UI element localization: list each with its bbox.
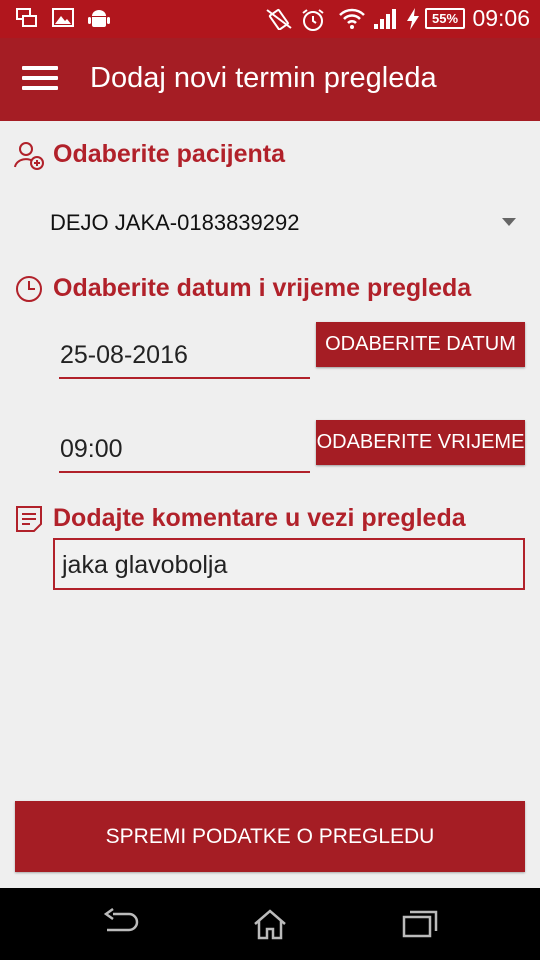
wifi-icon [339, 8, 365, 29]
datetime-section-header: Odaberite datum i vrijeme pregleda [14, 272, 514, 308]
battery-indicator: 55% [425, 8, 465, 29]
charging-icon [407, 8, 419, 30]
gallery-icon [52, 8, 74, 27]
add-user-icon [14, 142, 44, 170]
page-title: Dodaj novi termin pregleda [90, 62, 437, 94]
dropdown-arrow-icon[interactable] [502, 218, 516, 226]
time-value: 09:00 [60, 435, 123, 463]
signal-icon [374, 9, 396, 29]
navigation-bar [0, 888, 540, 960]
datetime-section-title: Odaberite datum i vrijeme pregleda [53, 274, 472, 302]
alarm-icon [302, 9, 324, 31]
comment-section-title: Dodajte komentare u vezi pregleda [53, 504, 466, 532]
time-field[interactable]: 09:00 [59, 427, 310, 473]
status-bar: 55% 09:06 [0, 0, 540, 38]
patient-section-header: Odaberite pacijenta [14, 138, 314, 174]
date-field[interactable]: 25-08-2016 [59, 333, 310, 379]
android-icon [88, 10, 110, 27]
multi-window-icon [16, 8, 37, 27]
note-icon [16, 506, 42, 532]
save-button[interactable]: SPREMI PODATKE O PREGLEDU [15, 801, 525, 872]
app-bar: Dodaj novi termin pregleda [0, 38, 540, 121]
status-time: 09:06 [472, 5, 530, 31]
date-value: 25-08-2016 [60, 341, 188, 369]
patient-section-title: Odaberite pacijenta [53, 140, 286, 168]
home-icon[interactable] [252, 908, 288, 940]
comment-section-header: Dodajte komentare u vezi pregleda [14, 502, 514, 538]
hamburger-icon[interactable] [22, 66, 58, 92]
recents-icon[interactable] [402, 908, 438, 938]
clock-icon [16, 276, 42, 302]
comment-value: jaka glavobolja [62, 551, 228, 579]
select-date-button[interactable]: ODABERITE DATUM [316, 322, 525, 367]
patient-select[interactable]: DEJO JAKA-0183839292 [50, 200, 528, 244]
select-time-button[interactable]: ODABERITE VRIJEME [316, 420, 525, 465]
vibrate-icon [266, 8, 292, 30]
comment-input[interactable]: jaka glavobolja [53, 538, 525, 590]
back-icon[interactable] [103, 908, 139, 938]
selected-patient: DEJO JAKA-0183839292 [50, 210, 300, 235]
